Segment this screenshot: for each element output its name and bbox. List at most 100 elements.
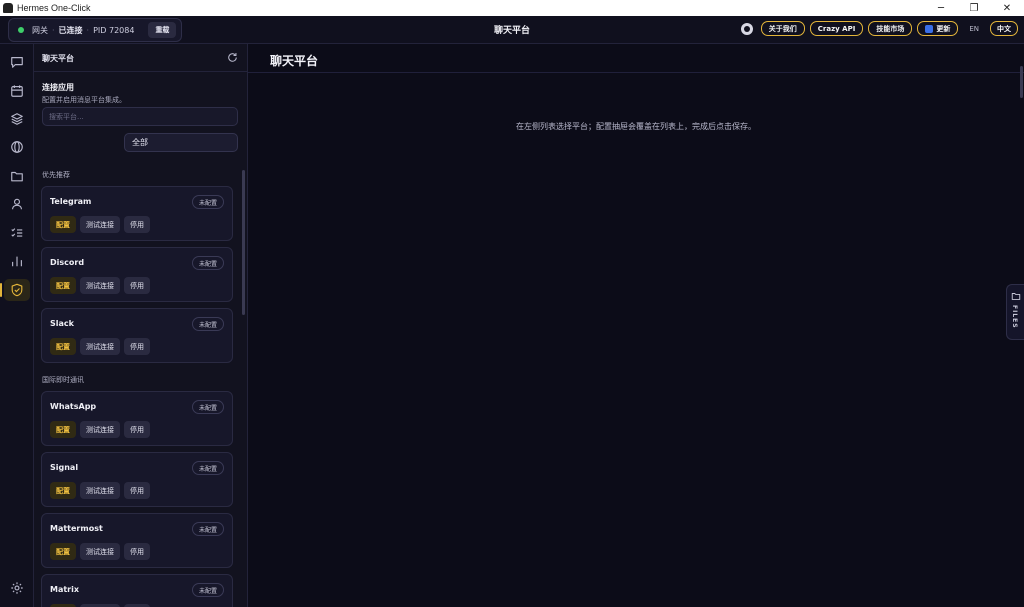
files-label: FILES bbox=[1011, 305, 1018, 329]
platform-card-telegram: Telegram 未配置 配置 测试连接 停用 bbox=[41, 186, 233, 241]
platform-name: Signal bbox=[50, 463, 79, 472]
group-label-recommended: 优先推荐 bbox=[42, 171, 70, 179]
update-badge-icon bbox=[925, 24, 934, 33]
rail-chart[interactable] bbox=[4, 250, 30, 272]
card-actions: 配置 测试连接 停用 bbox=[50, 482, 150, 499]
folder-small-icon bbox=[1011, 293, 1021, 300]
globe-icon bbox=[11, 141, 23, 153]
chat-icon bbox=[11, 57, 23, 68]
disable-button[interactable]: 停用 bbox=[124, 543, 150, 560]
test-connection-button[interactable]: 测试连接 bbox=[80, 543, 120, 560]
platform-name: Mattermost bbox=[50, 524, 103, 533]
disable-button[interactable]: 停用 bbox=[124, 421, 150, 438]
update-button[interactable]: 更新 bbox=[917, 21, 959, 36]
status-badge: 未配置 bbox=[191, 256, 224, 270]
platform-card-discord: Discord 未配置 配置 测试连接 停用 bbox=[41, 247, 233, 302]
panel-header: 聊天平台 bbox=[34, 44, 247, 72]
group-label-international: 国际即时通讯 bbox=[42, 376, 84, 384]
platform-name: Matrix bbox=[50, 585, 80, 594]
test-connection-button[interactable]: 测试连接 bbox=[80, 482, 120, 499]
github-icon[interactable] bbox=[740, 22, 753, 35]
rail-shield[interactable] bbox=[0, 279, 30, 301]
settings-icon bbox=[11, 582, 23, 594]
calendar-icon bbox=[11, 85, 23, 97]
test-connection-button[interactable]: 测试连接 bbox=[80, 216, 120, 233]
icon-rail bbox=[0, 44, 34, 607]
chart-icon bbox=[12, 256, 22, 267]
platform-name: Discord bbox=[50, 258, 85, 267]
panel-scrollbar[interactable] bbox=[242, 170, 245, 315]
disable-button[interactable]: 停用 bbox=[124, 482, 150, 499]
user-icon bbox=[12, 198, 22, 210]
about-button[interactable]: 关于我们 bbox=[760, 21, 805, 36]
gateway-separator: · bbox=[52, 25, 55, 35]
checklist-icon bbox=[11, 228, 23, 237]
platform-card-slack: Slack 未配置 配置 测试连接 停用 bbox=[41, 308, 233, 363]
gateway-status: 网关 · 已连接 · PID 72084 重载 bbox=[8, 18, 182, 42]
disable-button[interactable]: 停用 bbox=[124, 277, 150, 294]
test-connection-button[interactable]: 测试连接 bbox=[80, 277, 120, 294]
rail-globe[interactable] bbox=[4, 136, 30, 158]
status-dot-icon bbox=[18, 27, 24, 33]
skill-market-button[interactable]: 技能市场 bbox=[868, 21, 913, 36]
disable-button[interactable]: 停用 bbox=[124, 216, 150, 233]
configure-button[interactable]: 配置 bbox=[50, 216, 76, 233]
platform-filter-select[interactable]: 全部 bbox=[124, 133, 238, 152]
update-label: 更新 bbox=[936, 24, 951, 33]
configure-button[interactable]: 配置 bbox=[50, 421, 76, 438]
shield-icon bbox=[11, 283, 23, 297]
configure-button[interactable]: 配置 bbox=[50, 482, 76, 499]
test-connection-button[interactable]: 测试连接 bbox=[80, 421, 120, 438]
main-header: 聊天平台 bbox=[248, 44, 1024, 73]
card-actions: 配置 测试连接 停用 bbox=[50, 216, 150, 233]
rail-chat[interactable] bbox=[4, 51, 30, 73]
refresh-icon[interactable] bbox=[227, 52, 238, 66]
configure-button[interactable]: 配置 bbox=[50, 543, 76, 560]
section-description: 配置并启用消息平台集成。 bbox=[42, 96, 126, 104]
platform-name: WhatsApp bbox=[50, 402, 97, 411]
status-badge: 未配置 bbox=[191, 522, 224, 536]
rail-checklist[interactable] bbox=[4, 222, 30, 244]
card-actions: 配置 测试连接 停用 bbox=[50, 277, 150, 294]
files-drawer-tab[interactable]: FILES bbox=[1006, 284, 1024, 340]
gateway-status-text: 已连接 bbox=[58, 25, 83, 35]
restore-button[interactable]: ❐ bbox=[959, 0, 989, 16]
card-actions: 配置 测试连接 停用 bbox=[50, 338, 150, 355]
gateway-separator-2: · bbox=[86, 25, 90, 35]
status-badge: 未配置 bbox=[191, 317, 224, 331]
platform-name: Telegram bbox=[50, 197, 92, 206]
platform-search-input[interactable] bbox=[42, 107, 238, 126]
rail-calendar[interactable] bbox=[4, 80, 30, 102]
main-title: 聊天平台 bbox=[270, 54, 319, 68]
section-title: 连接应用 bbox=[42, 83, 74, 92]
rail-folder[interactable] bbox=[4, 165, 30, 187]
main-content: 聊天平台 在左侧列表选择平台；配置抽屉会覆盖在列表上，完成后点击保存。 FILE… bbox=[248, 44, 1024, 607]
crazy-api-button[interactable]: Crazy API bbox=[809, 21, 864, 36]
close-window-button[interactable]: ✕ bbox=[992, 0, 1022, 16]
reload-button[interactable]: 重载 bbox=[148, 22, 177, 38]
window-title-bar: Hermes One-Click ─ ❐ ✕ bbox=[0, 0, 1024, 16]
configure-button[interactable]: 配置 bbox=[50, 277, 76, 294]
empty-state-hint: 在左侧列表选择平台；配置抽屉会覆盖在列表上，完成后点击保存。 bbox=[516, 122, 756, 131]
window-title: Hermes One-Click bbox=[17, 3, 91, 13]
lang-en-button[interactable]: EN bbox=[963, 21, 985, 36]
test-connection-button[interactable]: 测试连接 bbox=[80, 338, 120, 355]
gateway-pid: PID 72084 bbox=[93, 25, 135, 35]
rail-settings[interactable] bbox=[4, 577, 30, 599]
app-header: 网关 · 已连接 · PID 72084 重载 聊天平台 关于我们 Crazy … bbox=[0, 16, 1024, 44]
platform-panel: 聊天平台 连接应用 配置并启用消息平台集成。 全部 优先推荐 Telegram … bbox=[34, 44, 248, 607]
minimize-button[interactable]: ─ bbox=[926, 0, 956, 16]
main-scrollbar[interactable] bbox=[1020, 66, 1023, 98]
disable-button[interactable]: 停用 bbox=[124, 338, 150, 355]
platform-card-signal: Signal 未配置 配置 测试连接 停用 bbox=[41, 452, 233, 507]
rail-layers[interactable] bbox=[4, 108, 30, 130]
layers-icon bbox=[11, 113, 23, 125]
status-badge: 未配置 bbox=[191, 461, 224, 475]
configure-button[interactable]: 配置 bbox=[50, 338, 76, 355]
panel-title: 聊天平台 bbox=[42, 54, 74, 63]
platform-card-mattermost: Mattermost 未配置 配置 测试连接 停用 bbox=[41, 513, 233, 568]
status-badge: 未配置 bbox=[191, 583, 224, 597]
header-actions: 关于我们 Crazy API 技能市场 更新 EN 中文 bbox=[740, 21, 1018, 36]
lang-zh-button[interactable]: 中文 bbox=[990, 21, 1018, 36]
rail-user[interactable] bbox=[4, 193, 30, 215]
